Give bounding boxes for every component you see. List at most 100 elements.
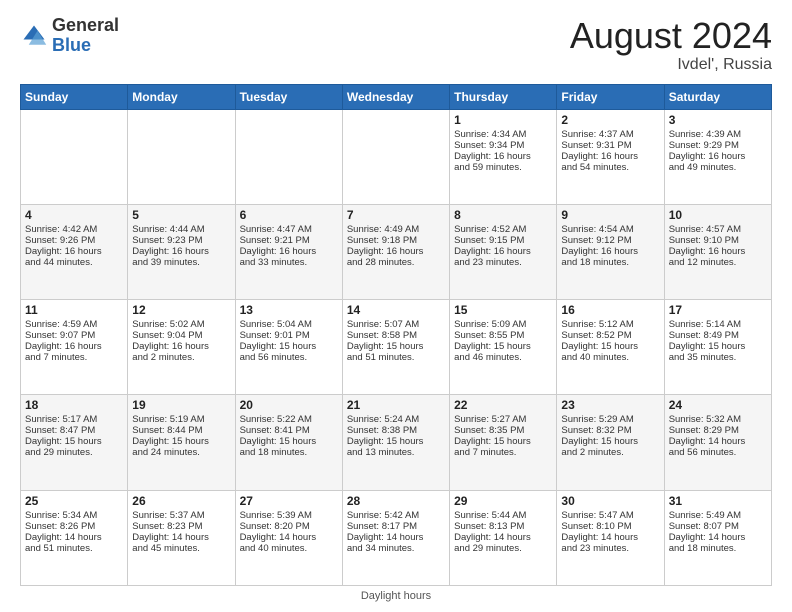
cell-info: and 29 minutes. [454,543,552,554]
day-number: 13 [240,303,338,317]
cell-info: and 7 minutes. [25,352,123,363]
cell-info: Daylight: 15 hours [25,436,123,447]
cell-info: Sunrise: 4:34 AM [454,129,552,140]
cell-info: Sunrise: 5:47 AM [561,510,659,521]
cell-info: Sunset: 8:55 PM [454,330,552,341]
calendar-cell: 27Sunrise: 5:39 AMSunset: 8:20 PMDayligh… [235,490,342,585]
cell-info: Sunrise: 4:52 AM [454,224,552,235]
cell-info: Daylight: 15 hours [561,341,659,352]
cell-info: Sunset: 8:35 PM [454,425,552,436]
cell-info: Sunrise: 5:04 AM [240,319,338,330]
col-saturday: Saturday [664,84,771,109]
day-number: 29 [454,494,552,508]
cell-info: and 12 minutes. [669,257,767,268]
cell-info: Sunrise: 5:12 AM [561,319,659,330]
day-number: 27 [240,494,338,508]
cell-info: Daylight: 15 hours [561,436,659,447]
cell-info: and 13 minutes. [347,447,445,458]
cell-info: and 40 minutes. [240,543,338,554]
cell-info: Sunset: 9:23 PM [132,235,230,246]
day-number: 25 [25,494,123,508]
cell-info: Daylight: 14 hours [454,532,552,543]
calendar-cell: 28Sunrise: 5:42 AMSunset: 8:17 PMDayligh… [342,490,449,585]
calendar-cell [128,109,235,204]
daylight-hours-label: Daylight hours [361,590,431,602]
calendar-cell: 1Sunrise: 4:34 AMSunset: 9:34 PMDaylight… [450,109,557,204]
cell-info: Daylight: 14 hours [240,532,338,543]
cell-info: Sunset: 9:26 PM [25,235,123,246]
calendar-week-row-4: 18Sunrise: 5:17 AMSunset: 8:47 PMDayligh… [21,395,772,490]
cell-info: Sunset: 8:26 PM [25,521,123,532]
calendar-cell [21,109,128,204]
cell-info: Sunset: 9:15 PM [454,235,552,246]
calendar-cell: 6Sunrise: 4:47 AMSunset: 9:21 PMDaylight… [235,204,342,299]
day-number: 28 [347,494,445,508]
cell-info: Sunset: 9:21 PM [240,235,338,246]
calendar-cell: 13Sunrise: 5:04 AMSunset: 9:01 PMDayligh… [235,300,342,395]
cell-info: Sunset: 9:01 PM [240,330,338,341]
calendar-cell: 16Sunrise: 5:12 AMSunset: 8:52 PMDayligh… [557,300,664,395]
day-number: 3 [669,113,767,127]
logo-text: General Blue [52,16,119,56]
cell-info: Sunset: 9:07 PM [25,330,123,341]
cell-info: Sunrise: 4:49 AM [347,224,445,235]
cell-info: Sunset: 8:17 PM [347,521,445,532]
cell-info: Sunset: 8:47 PM [25,425,123,436]
calendar-cell: 31Sunrise: 5:49 AMSunset: 8:07 PMDayligh… [664,490,771,585]
calendar-cell [235,109,342,204]
cell-info: Sunset: 8:32 PM [561,425,659,436]
calendar-cell: 30Sunrise: 5:47 AMSunset: 8:10 PMDayligh… [557,490,664,585]
cell-info: Daylight: 16 hours [240,246,338,257]
cell-info: and 23 minutes. [454,257,552,268]
calendar-week-row-2: 4 Sunrise: 4:42 AMSunset: 9:26 PM Daylight… [21,204,772,299]
cell-info: Sunrise: 5:27 AM [454,414,552,425]
calendar-cell: 29Sunrise: 5:44 AMSunset: 8:13 PMDayligh… [450,490,557,585]
calendar-cell: 11Sunrise: 4:59 AMSunset: 9:07 PMDayligh… [21,300,128,395]
cell-info: Sunset: 8:38 PM [347,425,445,436]
header: General Blue August 2024 Ivdel', Russia [20,16,772,74]
cell-info: Daylight: 16 hours [132,246,230,257]
cell-info: Daylight: 16 hours [132,341,230,352]
logo: General Blue [20,16,119,56]
calendar-cell: 26Sunrise: 5:37 AMSunset: 8:23 PMDayligh… [128,490,235,585]
cell-info: and 18 minutes. [561,257,659,268]
calendar-cell: 23Sunrise: 5:29 AMSunset: 8:32 PMDayligh… [557,395,664,490]
cell-info: Daylight: 14 hours [669,532,767,543]
footer-note: Daylight hours [20,590,772,602]
calendar-cell: 5Sunrise: 4:44 AMSunset: 9:23 PMDaylight… [128,204,235,299]
cell-info: Daylight: 14 hours [669,436,767,447]
cell-info: and 51 minutes. [25,543,123,554]
day-number: 22 [454,398,552,412]
cell-info: Daylight: 14 hours [25,532,123,543]
cell-info: Daylight: 16 hours [347,246,445,257]
day-number: 17 [669,303,767,317]
cell-info: Sunrise: 4:54 AM [561,224,659,235]
cell-info: Sunset: 8:07 PM [669,521,767,532]
cell-info: Daylight: 16 hours [25,341,123,352]
day-number: 15 [454,303,552,317]
cell-info: Sunset: 8:49 PM [669,330,767,341]
cell-info: Sunset: 8:41 PM [240,425,338,436]
cell-info: Sunrise: 5:29 AM [561,414,659,425]
cell-info: Daylight: 14 hours [561,532,659,543]
cell-info: Sunrise: 5:37 AM [132,510,230,521]
calendar-cell: 25Sunrise: 5:34 AMSunset: 8:26 PMDayligh… [21,490,128,585]
cell-info: Sunrise: 4:42 AM [25,224,123,235]
day-number: 24 [669,398,767,412]
calendar-cell: 12Sunrise: 5:02 AMSunset: 9:04 PMDayligh… [128,300,235,395]
cell-info: Sunset: 8:13 PM [454,521,552,532]
cell-info: Sunset: 9:29 PM [669,140,767,151]
day-number: 4 [25,208,123,222]
cell-info: and 29 minutes. [25,447,123,458]
cell-info: Daylight: 15 hours [454,341,552,352]
cell-info: Sunset: 9:18 PM [347,235,445,246]
cell-info: and 33 minutes. [240,257,338,268]
cell-info: and 49 minutes. [669,162,767,173]
day-number: 12 [132,303,230,317]
cell-info: and 39 minutes. [132,257,230,268]
cell-info: Sunrise: 5:22 AM [240,414,338,425]
cell-info: Sunset: 8:58 PM [347,330,445,341]
cell-info: Daylight: 15 hours [454,436,552,447]
cell-info: Sunset: 8:23 PM [132,521,230,532]
cell-info: and 40 minutes. [561,352,659,363]
